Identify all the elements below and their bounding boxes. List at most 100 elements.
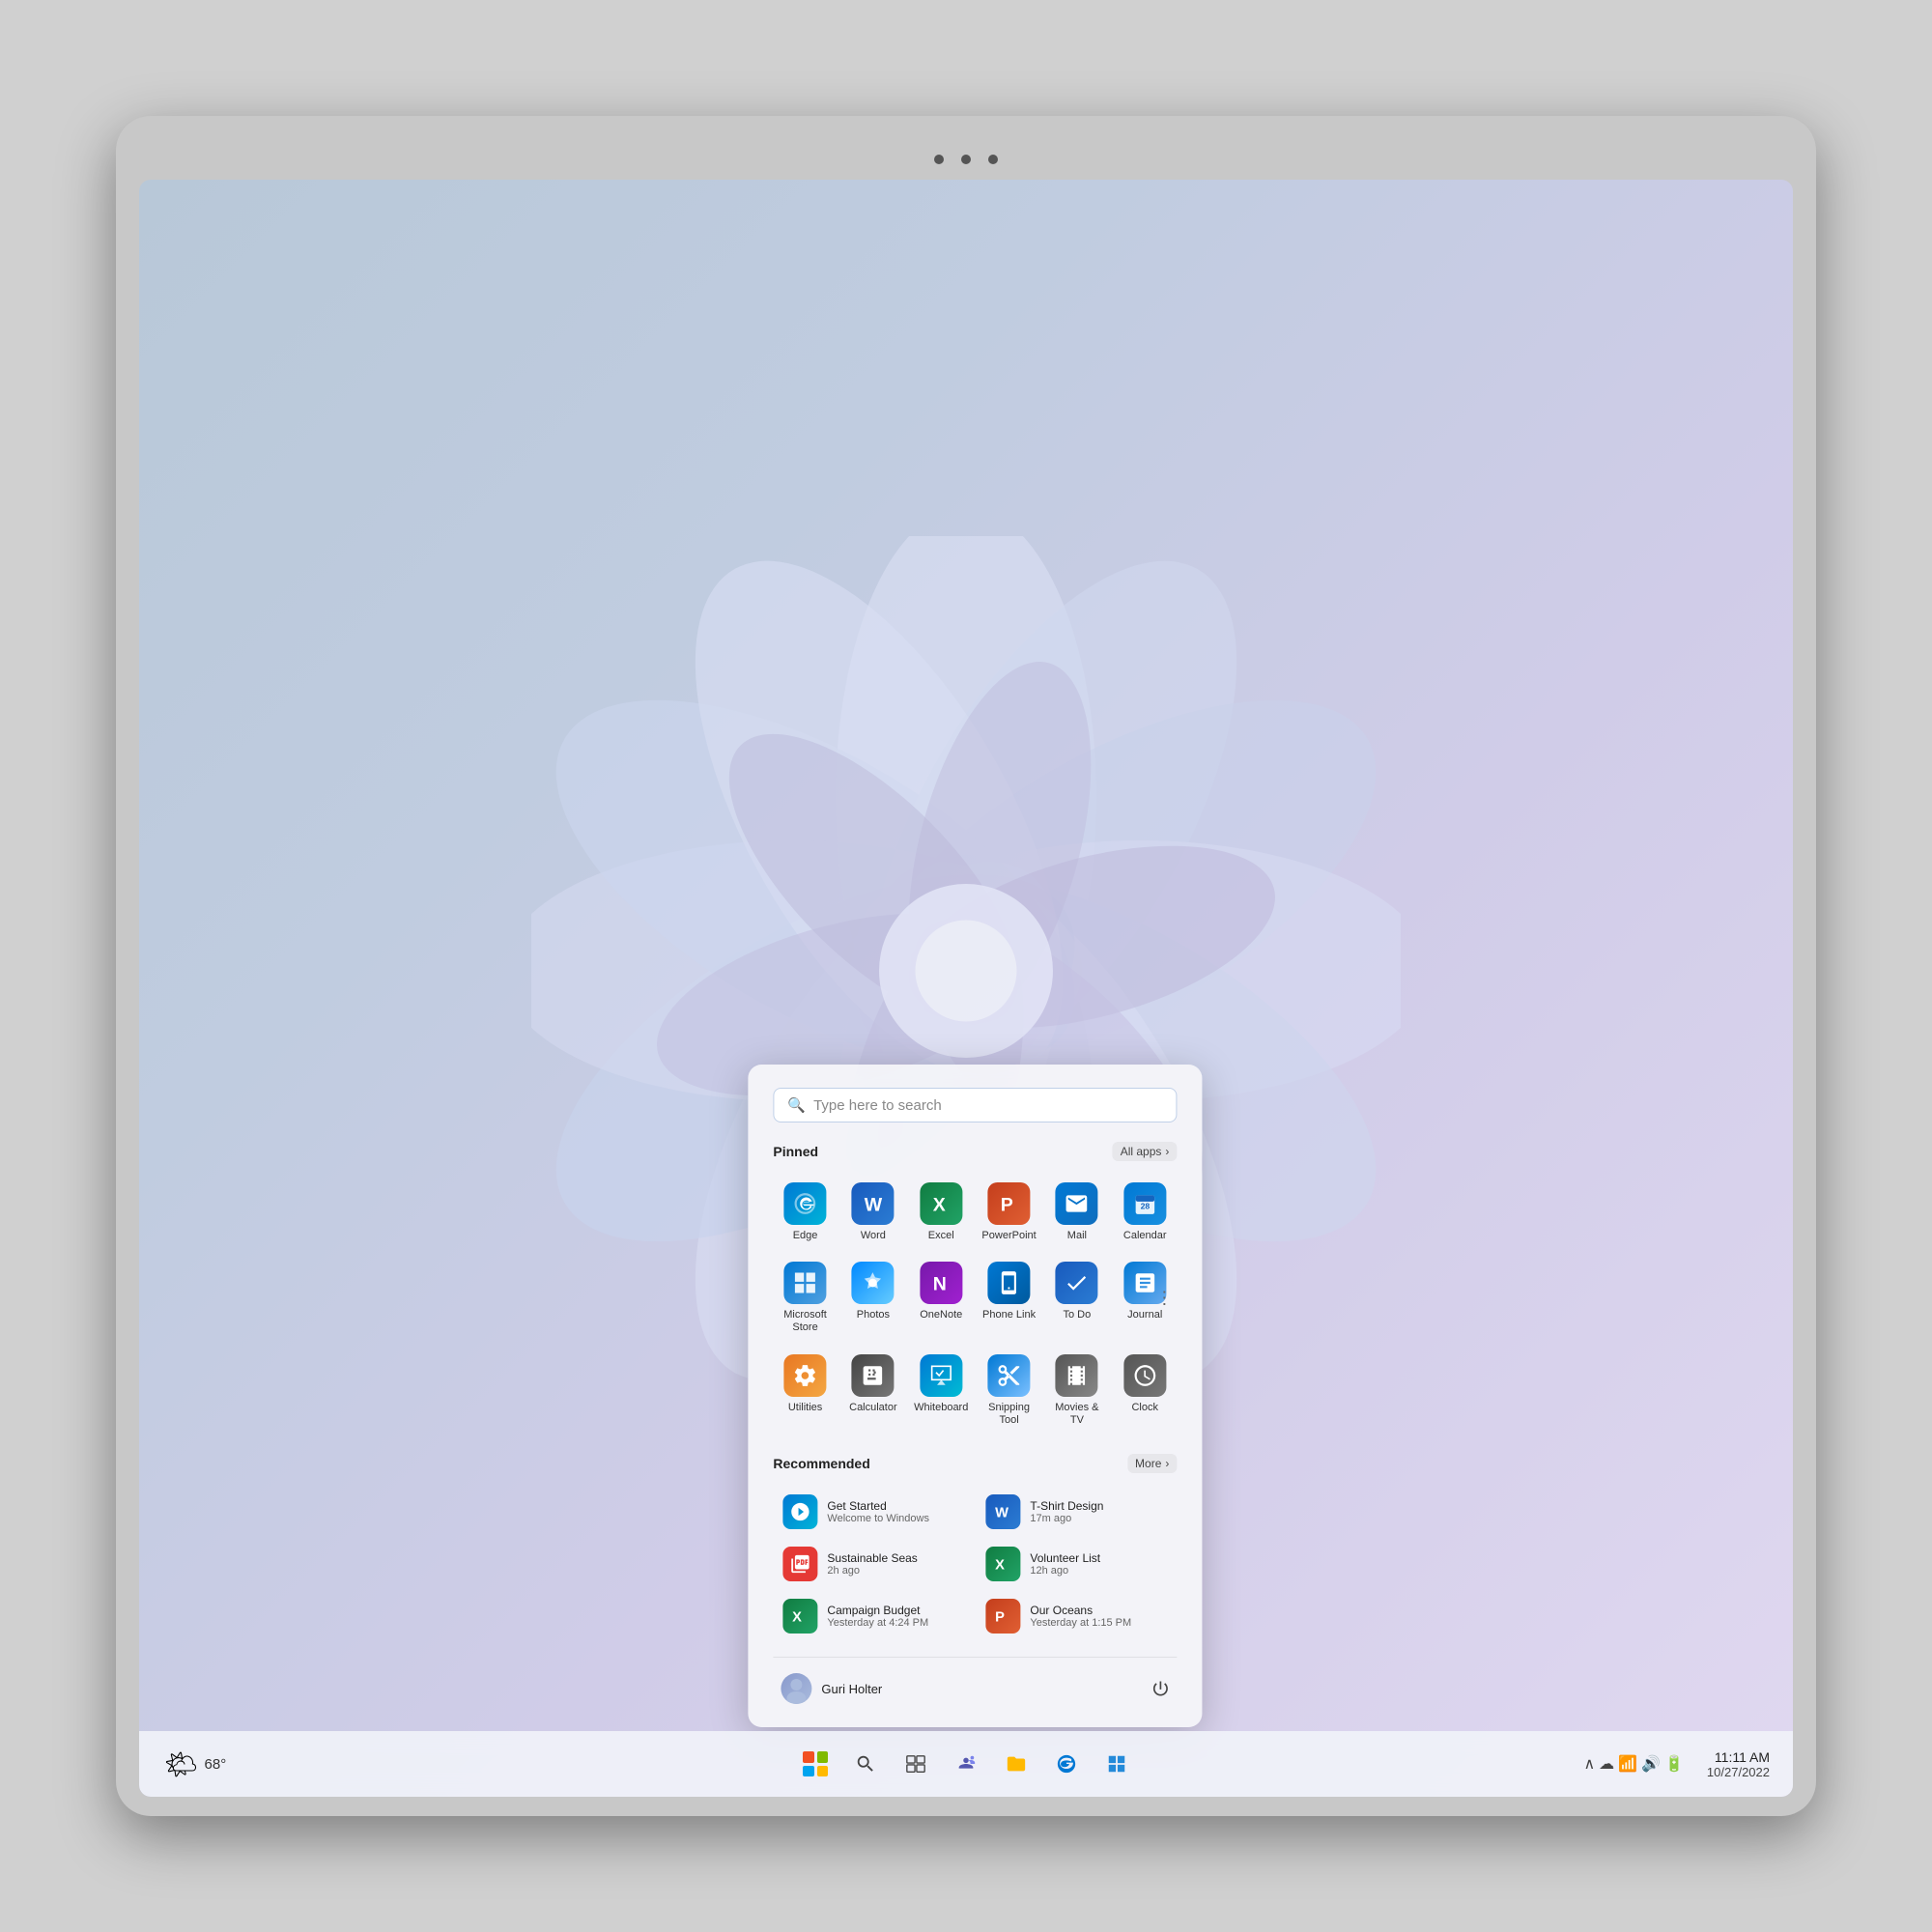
app-movies[interactable]: Movies & TV: [1045, 1347, 1109, 1435]
onedrive-icon: ☁: [1599, 1754, 1614, 1774]
app-whiteboard[interactable]: Whiteboard: [909, 1347, 973, 1435]
calculator-label: Calculator: [849, 1402, 897, 1414]
movies-icon: [1056, 1354, 1098, 1397]
rec-get-started[interactable]: Get Started Welcome to Windows: [773, 1487, 974, 1537]
edge-label: Edge: [793, 1230, 818, 1242]
search-bar[interactable]: 🔍 Type here to search: [773, 1088, 1177, 1122]
taskbar-center: [793, 1742, 1139, 1786]
power-button[interactable]: [1144, 1672, 1177, 1705]
app-todo[interactable]: To Do: [1045, 1254, 1109, 1342]
windows-logo: [803, 1751, 828, 1776]
app-edge[interactable]: Edge: [773, 1175, 837, 1250]
pinned-title: Pinned: [773, 1144, 818, 1159]
more-dots-button[interactable]: ⋮: [1151, 1284, 1177, 1312]
get-started-info: Get Started Welcome to Windows: [827, 1499, 964, 1524]
volunteer-info: Volunteer List 12h ago: [1030, 1551, 1167, 1577]
edge-icon: [784, 1182, 827, 1225]
task-view-button[interactable]: [894, 1742, 938, 1786]
weather-icon: 🌤: [164, 1748, 199, 1780]
powerpoint-icon: P: [988, 1182, 1031, 1225]
camera-dot-right: [988, 155, 998, 164]
tray-arrow-icon: ∧: [1583, 1754, 1595, 1774]
msstore-icon: [784, 1262, 827, 1304]
app-word[interactable]: W Word: [841, 1175, 905, 1250]
file-explorer-button[interactable]: [994, 1742, 1038, 1786]
camera-bar: [139, 145, 1793, 174]
app-powerpoint[interactable]: P PowerPoint: [977, 1175, 1040, 1250]
pinned-apps-grid: Edge W Word X Excel P: [773, 1175, 1177, 1435]
user-name: Guri Holter: [821, 1682, 882, 1696]
weather-widget[interactable]: 🌤 68°: [155, 1745, 236, 1784]
snipping-label: Snipping Tool: [980, 1402, 1037, 1427]
app-photos[interactable]: Photos: [841, 1254, 905, 1342]
onenote-label: OneNote: [920, 1309, 962, 1321]
tshirt-name: T-Shirt Design: [1030, 1499, 1167, 1513]
clock-icon: [1123, 1354, 1166, 1397]
app-onenote[interactable]: N OneNote: [909, 1254, 973, 1342]
seas-name: Sustainable Seas: [827, 1551, 964, 1565]
recommended-section: Recommended More › Get Started Welcome t…: [773, 1454, 1177, 1641]
app-clock[interactable]: Clock: [1113, 1347, 1177, 1435]
get-started-icon: [782, 1494, 817, 1529]
weather-temp: 68°: [205, 1756, 227, 1773]
recommended-header: Recommended More ›: [773, 1454, 1177, 1473]
app-mail[interactable]: Mail: [1045, 1175, 1109, 1250]
svg-text:P: P: [995, 1610, 1005, 1626]
oceans-info: Our Oceans Yesterday at 1:15 PM: [1030, 1604, 1167, 1629]
calendar-icon: 28: [1123, 1182, 1166, 1225]
search-input[interactable]: Type here to search: [813, 1097, 1162, 1114]
volume-icon: 🔊: [1641, 1754, 1661, 1774]
calendar-label: Calendar: [1123, 1230, 1167, 1242]
camera-dot-center: [961, 155, 971, 164]
svg-text:P: P: [1001, 1195, 1013, 1216]
more-button[interactable]: More ›: [1127, 1454, 1177, 1473]
sys-tray[interactable]: ∧ ☁ 📶 🔊 🔋: [1576, 1750, 1690, 1777]
whiteboard-icon: [920, 1354, 962, 1397]
user-info[interactable]: Guri Holter: [773, 1667, 890, 1710]
teams-button[interactable]: [944, 1742, 988, 1786]
todo-icon: [1056, 1262, 1098, 1304]
tshirt-info: T-Shirt Design 17m ago: [1030, 1499, 1167, 1524]
svg-text:W: W: [995, 1506, 1009, 1521]
svg-text:X: X: [933, 1195, 946, 1216]
start-footer: Guri Holter: [773, 1657, 1177, 1710]
rec-seas[interactable]: Sustainable Seas 2h ago: [773, 1539, 974, 1589]
app-msstore[interactable]: Microsoft Store: [773, 1254, 837, 1342]
taskbar-search-button[interactable]: [843, 1742, 888, 1786]
tshirt-icon: W: [985, 1494, 1020, 1529]
taskbar-edge-button[interactable]: [1044, 1742, 1089, 1786]
seas-info: Sustainable Seas 2h ago: [827, 1551, 964, 1577]
excel-label: Excel: [928, 1230, 954, 1242]
get-started-subtitle: Welcome to Windows: [827, 1513, 964, 1524]
rec-campaign[interactable]: X Campaign Budget Yesterday at 4:24 PM: [773, 1591, 974, 1641]
app-excel[interactable]: X Excel: [909, 1175, 973, 1250]
battery-icon: 🔋: [1664, 1754, 1684, 1774]
oceans-name: Our Oceans: [1030, 1604, 1167, 1617]
rec-tshirt[interactable]: W T-Shirt Design 17m ago: [976, 1487, 1177, 1537]
utilities-label: Utilities: [788, 1402, 822, 1414]
app-journal[interactable]: Journal ⋮: [1113, 1254, 1177, 1342]
recommended-grid: Get Started Welcome to Windows W T-Shirt…: [773, 1487, 1177, 1641]
app-phonelink[interactable]: Phone Link: [977, 1254, 1040, 1342]
app-calculator[interactable]: Calculator: [841, 1347, 905, 1435]
start-button[interactable]: [793, 1742, 838, 1786]
all-apps-button[interactable]: All apps ›: [1113, 1142, 1178, 1161]
get-started-name: Get Started: [827, 1499, 964, 1513]
phonelink-label: Phone Link: [982, 1309, 1036, 1321]
search-icon: 🔍: [787, 1096, 806, 1114]
svg-text:X: X: [995, 1558, 1005, 1574]
taskbar-store-button[interactable]: [1094, 1742, 1139, 1786]
mail-label: Mail: [1067, 1230, 1087, 1242]
taskbar-date: 10/27/2022: [1707, 1765, 1770, 1779]
app-utilities[interactable]: Utilities: [773, 1347, 837, 1435]
word-label: Word: [861, 1230, 886, 1242]
rec-oceans[interactable]: P Our Oceans Yesterday at 1:15 PM: [976, 1591, 1177, 1641]
clock-widget[interactable]: 11:11 AM 10/27/2022: [1699, 1746, 1777, 1783]
app-snipping[interactable]: Snipping Tool: [977, 1347, 1040, 1435]
app-calendar[interactable]: 28 Calendar: [1113, 1175, 1177, 1250]
surface-device: 🔍 Type here to search Pinned All apps › …: [116, 116, 1816, 1816]
campaign-name: Campaign Budget: [827, 1604, 964, 1617]
powerpoint-label: PowerPoint: [981, 1230, 1036, 1242]
rec-volunteer[interactable]: X Volunteer List 12h ago: [976, 1539, 1177, 1589]
oceans-icon: P: [985, 1599, 1020, 1634]
